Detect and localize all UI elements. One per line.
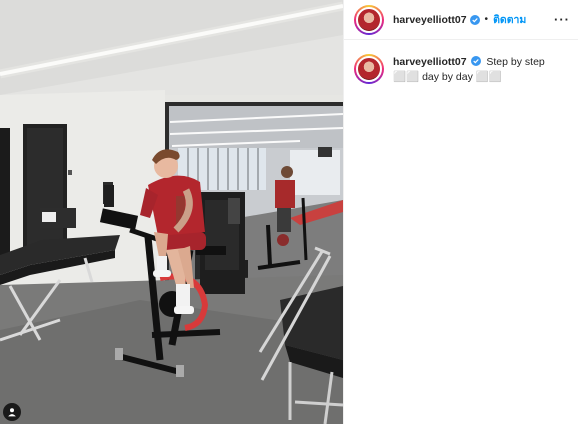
follow-button[interactable]: ติดตาม: [493, 11, 526, 28]
profile-avatar[interactable]: [354, 4, 384, 35]
caption-username[interactable]: harveyelliott07: [393, 56, 467, 68]
post-header: harveyelliott07 • ติดตาม ···: [344, 0, 578, 40]
header-username[interactable]: harveyelliott07: [393, 14, 467, 26]
post-side-panel: harveyelliott07 • ติดตาม ··· harveyellio…: [343, 0, 578, 424]
header-separator: •: [484, 14, 489, 25]
caption-comment: harveyelliott07 Step by step ⬜⬜ day by d…: [344, 40, 578, 85]
verified-badge-icon: [471, 56, 482, 66]
verified-badge-icon: [469, 14, 480, 25]
caption-text-block: harveyelliott07 Step by step ⬜⬜ day by d…: [393, 55, 568, 85]
post-photo[interactable]: [0, 0, 343, 424]
header-user-info: harveyelliott07 • ติดตาม: [393, 11, 526, 28]
tagged-user-icon[interactable]: [3, 403, 21, 421]
caption-avatar[interactable]: [354, 54, 384, 84]
more-options-icon[interactable]: ···: [554, 12, 570, 27]
gym-photo-illustration: [0, 0, 343, 424]
